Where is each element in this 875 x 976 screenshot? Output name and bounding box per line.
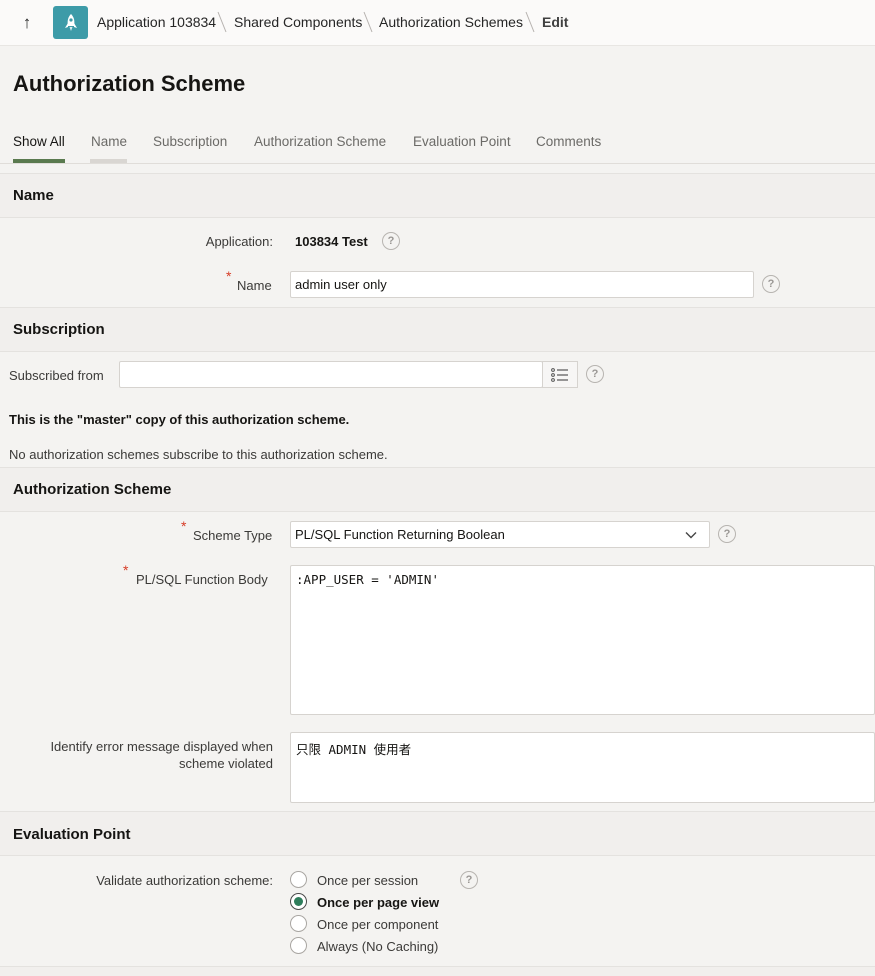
page-title: Authorization Scheme <box>13 71 246 96</box>
authorization-scheme-region-title: Authorization Scheme <box>13 481 172 498</box>
tab-authorization-scheme[interactable]: Authorization Scheme <box>254 134 386 149</box>
tab-subscription[interactable]: Subscription <box>153 134 227 149</box>
name-region-header <box>0 173 875 218</box>
subscribed-from-input[interactable] <box>119 361 543 388</box>
name-input[interactable]: admin user only <box>290 271 754 298</box>
scheme-type-select[interactable]: PL/SQL Function Returning Boolean <box>290 521 710 548</box>
radio-once-per-component-label[interactable]: Once per component <box>317 917 438 932</box>
tab-name[interactable]: Name <box>91 134 127 149</box>
function-body-editor[interactable]: :APP_USER = 'ADMIN' <box>290 565 875 715</box>
master-copy-text: This is the "master" copy of this author… <box>9 412 350 427</box>
application-help-icon[interactable]: ? <box>382 232 400 250</box>
tab-hover-indicator <box>90 159 127 163</box>
radio-once-per-component[interactable] <box>290 915 307 932</box>
scheme-type-label: Scheme Type <box>193 528 273 543</box>
radio-once-per-session[interactable] <box>290 871 307 888</box>
scheme-type-value: PL/SQL Function Returning Boolean <box>295 527 505 542</box>
name-region-title: Name <box>13 187 54 204</box>
subscription-region-title: Subscription <box>13 321 105 338</box>
error-message-label-line2: scheme violated <box>179 756 273 771</box>
up-arrow-icon[interactable]: ↑ <box>12 8 42 38</box>
radio-once-per-page-view-label[interactable]: Once per page view <box>317 895 439 910</box>
no-subscribers-text: No authorization schemes subscribe to th… <box>9 447 388 462</box>
evaluation-point-region-title: Evaluation Point <box>13 826 131 843</box>
breadcrumb-authorization-schemes[interactable]: Authorization Schemes <box>379 14 523 30</box>
breadcrumb-separator-icon <box>217 11 227 33</box>
list-icon <box>551 367 568 382</box>
tabs-divider <box>0 163 875 164</box>
breadcrumb-separator-icon <box>525 11 535 33</box>
required-marker: * <box>226 268 232 284</box>
application-value: 103834 Test <box>295 234 368 249</box>
radio-once-per-session-label[interactable]: Once per session <box>317 873 418 888</box>
breadcrumb-current: Edit <box>542 14 569 30</box>
subscription-region-header <box>0 307 875 352</box>
tab-active-indicator <box>13 159 65 163</box>
breadcrumb-shared-components[interactable]: Shared Components <box>234 14 362 30</box>
name-help-icon[interactable]: ? <box>762 275 780 293</box>
validate-label: Validate authorization scheme: <box>96 873 273 888</box>
scheme-type-help-icon[interactable]: ? <box>718 525 736 543</box>
evaluation-point-region-header <box>0 811 875 856</box>
list-of-values-button[interactable] <box>542 361 578 388</box>
subscribed-from-help-icon[interactable]: ? <box>586 365 604 383</box>
validate-help-icon[interactable]: ? <box>460 871 478 889</box>
next-region-edge <box>0 966 875 976</box>
tab-show-all[interactable]: Show All <box>13 134 65 149</box>
radio-always-no-caching[interactable] <box>290 937 307 954</box>
required-marker: * <box>123 562 129 578</box>
tab-comments[interactable]: Comments <box>536 134 601 149</box>
chevron-down-icon <box>685 531 697 538</box>
function-body-label: PL/SQL Function Body <box>136 572 268 587</box>
tab-evaluation-point[interactable]: Evaluation Point <box>413 134 511 149</box>
required-marker: * <box>181 518 187 534</box>
application-label: Application: <box>205 234 273 249</box>
subscribed-from-label: Subscribed from <box>9 368 104 383</box>
breadcrumb-separator-icon <box>363 11 373 33</box>
radio-once-per-page-view[interactable] <box>290 893 307 910</box>
breadcrumb-application[interactable]: Application 103834 <box>97 14 216 30</box>
name-label: Name <box>237 278 272 293</box>
error-message-label-line1: Identify error message displayed when <box>50 739 273 754</box>
error-message-textarea[interactable]: 只限 ADMIN 使用者 <box>290 732 875 803</box>
rocket-app-icon[interactable] <box>53 6 88 39</box>
radio-always-no-caching-label[interactable]: Always (No Caching) <box>317 939 438 954</box>
